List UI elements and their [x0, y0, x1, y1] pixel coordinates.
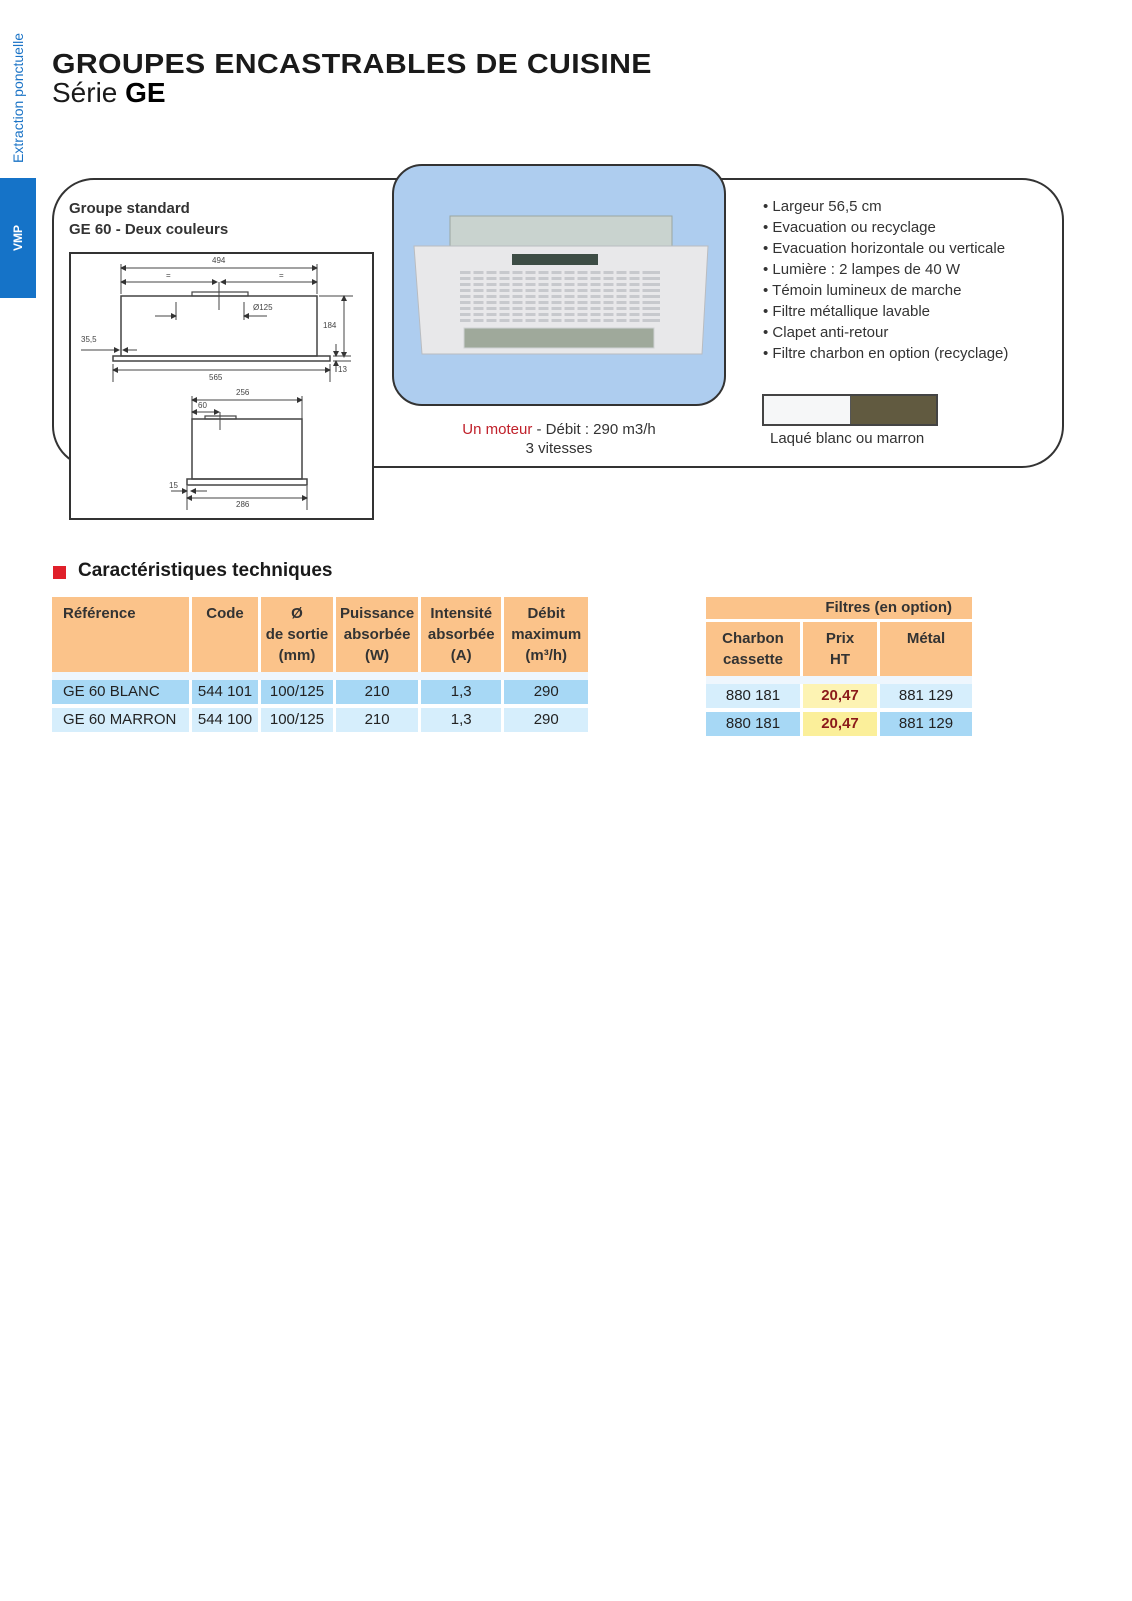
subtitle-prefix: Série — [52, 77, 118, 108]
col-header-code: Code — [192, 597, 258, 672]
cell-price: 20,47 — [803, 712, 877, 740]
range-hood-illustration — [413, 215, 709, 355]
cell-reference: GE 60 MARRON — [52, 708, 189, 736]
col-header-reference: Référence — [52, 597, 189, 672]
cell-power: 210 — [336, 708, 419, 736]
col-header-flow: Débit maximum (m³/h) — [504, 597, 589, 672]
cell-current: 1,3 — [421, 708, 502, 736]
section-bullet-icon — [53, 566, 66, 579]
col-header-metal: Métal — [880, 622, 972, 676]
color-swatches — [762, 394, 938, 426]
cell-flow: 290 — [504, 680, 589, 708]
cell-price: 20,47 — [803, 684, 877, 712]
light-panel — [463, 327, 655, 349]
model-label: GE 60 - Deux couleurs — [69, 221, 229, 238]
motor-flow: - Débit : 290 m3/h — [532, 421, 656, 438]
group-label: Groupe standard — [69, 200, 190, 217]
swatch-brown — [851, 396, 936, 424]
cell-code: 544 100 — [192, 708, 258, 736]
table-row: 880 181 20,47 881 129 — [706, 684, 972, 712]
subtitle-series: GE — [125, 77, 166, 108]
cell-power: 210 — [336, 680, 419, 708]
specs-table: Référence Code Øde sortie (mm) Puissance a… — [49, 597, 591, 736]
cell-diameter: 100/125 — [261, 708, 333, 736]
colors-label: Laqué blanc ou marron — [770, 430, 925, 447]
col-header-charbon: Charbon cassette — [706, 622, 800, 676]
table-row: GE 60 MARRON 544 100 100/125 210 1,3 290 — [52, 708, 589, 736]
col-header-diameter: Øde sortie (mm) — [261, 597, 333, 672]
table-row: 880 181 20,47 881 129 — [706, 712, 972, 740]
dim-label-184: 184 — [323, 321, 337, 330]
feature-item: Evacuation horizontale ou verticale — [763, 238, 1008, 259]
cell-flow: 290 — [504, 708, 589, 736]
product-labels: Groupe standard GE 60 - Deux couleurs — [69, 198, 228, 240]
feature-list: Largeur 56,5 cm Evacuation ou recyclage … — [763, 196, 1008, 364]
cell-reference: GE 60 BLANC — [52, 680, 189, 708]
dim-label-35-5: 35,5 — [81, 335, 97, 344]
tab-label: VMP — [11, 224, 25, 252]
control-panel — [512, 254, 598, 265]
feature-item: Lumière : 2 lampes de 40 W — [763, 259, 1008, 280]
motor-highlight: Un moteur — [462, 421, 533, 438]
dim-label-15: 15 — [169, 481, 178, 490]
dim-label-256: 256 — [236, 388, 250, 397]
feature-item: Clapet anti-retour — [763, 322, 1008, 343]
section-label-text: Extraction ponctuelle — [10, 32, 26, 163]
col-header-power: Puissance absorbée (W) — [336, 597, 419, 672]
dim-label-565: 565 — [209, 373, 223, 382]
side-body — [191, 418, 303, 480]
feature-item: Evacuation ou recyclage — [763, 217, 1008, 238]
sidebar-section-label: Extraction ponctuelle — [0, 20, 36, 175]
col-header-current: Intensité absorbée (A) — [421, 597, 502, 672]
col-header-price: Prix HT — [803, 622, 877, 676]
filters-table: Filtres (en option) Charbon cassette Prix… — [703, 597, 975, 740]
page-subtitle: Série GE — [52, 77, 166, 109]
dim-label-286: 286 — [236, 500, 250, 509]
page-title: GROUPES ENCASTRABLES DE CUISINE — [52, 48, 652, 79]
sidebar-tab-vmp[interactable]: VMP — [0, 178, 36, 298]
dim-label-diameter: Ø125 — [253, 303, 273, 312]
dim-label-494: 494 — [212, 256, 226, 265]
filters-title: Filtres (en option) — [706, 597, 972, 619]
specs-header-row: Référence Code Øde sortie (mm) Puissance a… — [52, 597, 589, 672]
product-photo — [392, 164, 726, 406]
dimension-drawing-svg: 494 = = Ø125 184 35,5 13 565 256 60 15 2… — [81, 256, 353, 510]
dim-label-60: 60 — [198, 401, 207, 410]
dim-label-13: 13 — [338, 365, 347, 374]
cell-current: 1,3 — [421, 680, 502, 708]
cell-metal: 881 129 — [880, 712, 972, 740]
feature-item: Filtre métallique lavable — [763, 301, 1008, 322]
technical-drawing: 494 = = Ø125 184 35,5 13 565 256 60 15 2… — [69, 252, 374, 520]
swatch-white — [764, 396, 851, 424]
table-row: GE 60 BLANC 544 101 100/125 210 1,3 290 — [52, 680, 589, 708]
motor-info: Un moteur - Débit : 290 m3/h 3 vitesses — [392, 420, 726, 458]
cell-charbon: 880 181 — [706, 712, 800, 740]
feature-item: Témoin lumineux de marche — [763, 280, 1008, 301]
cell-code: 544 101 — [192, 680, 258, 708]
front-panel — [112, 355, 331, 362]
feature-item: Filtre charbon en option (recyclage) — [763, 343, 1008, 364]
cell-diameter: 100/125 — [261, 680, 333, 708]
feature-item: Largeur 56,5 cm — [763, 196, 1008, 217]
side-panel — [186, 478, 308, 486]
dim-label-half-right: = — [279, 271, 284, 280]
motor-speeds: 3 vitesses — [525, 440, 593, 457]
specs-section-title: Caractéristiques techniques — [78, 560, 333, 581]
cell-metal: 881 129 — [880, 684, 972, 712]
dim-label-half-left: = — [166, 271, 171, 280]
cell-charbon: 880 181 — [706, 684, 800, 712]
